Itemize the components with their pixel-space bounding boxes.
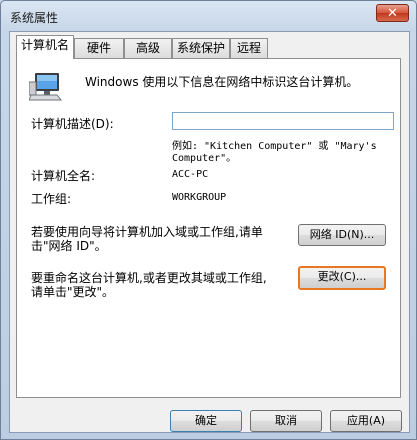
system-properties-window: 系统属性 ✕ 计算机名 硬件 高级 系统保护 远程 Windows 使用以下信息…: [0, 0, 417, 440]
computer-description-label: 计算机描述(D):: [31, 117, 114, 131]
tab-advanced[interactable]: 高级: [124, 38, 172, 58]
computer-description-input[interactable]: [172, 112, 394, 130]
computer-name-panel: Windows 使用以下信息在网络中标识这台计算机。 计算机描述(D): 例如:…: [16, 58, 401, 398]
rename-instructions-line2: 请单击"更改"。: [31, 285, 115, 299]
workgroup-label: 工作组:: [31, 192, 72, 206]
apply-button[interactable]: 应用(A): [330, 410, 402, 432]
cancel-button[interactable]: 取消: [250, 410, 322, 432]
workgroup-value: WORKGROUP: [172, 192, 227, 203]
change-button[interactable]: 更改(C)...: [298, 266, 386, 290]
example-text-line2: Computer"。: [172, 153, 237, 164]
ok-button[interactable]: 确定: [170, 410, 242, 432]
close-button[interactable]: ✕: [376, 4, 409, 22]
tab-computer-name[interactable]: 计算机名: [16, 35, 74, 59]
full-computer-name-label: 计算机全名:: [31, 169, 96, 183]
tab-hardware[interactable]: 硬件: [74, 38, 124, 58]
intro-text: Windows 使用以下信息在网络中标识这台计算机。: [85, 75, 359, 89]
network-id-instructions-line2: 击"网络 ID"。: [31, 239, 107, 253]
computer-icon: [29, 73, 63, 101]
tab-system-protection[interactable]: 系统保护: [172, 38, 230, 58]
dialog-client-area: 计算机名 硬件 高级 系统保护 远程 Windows 使用以下信息在网络中标识这…: [9, 31, 410, 433]
network-id-button[interactable]: 网络 ID(N)...: [298, 224, 386, 246]
full-computer-name-value: ACC-PC: [172, 169, 209, 180]
close-icon: ✕: [387, 6, 398, 21]
window-title: 系统属性: [10, 11, 59, 25]
tab-remote[interactable]: 远程: [230, 38, 268, 58]
